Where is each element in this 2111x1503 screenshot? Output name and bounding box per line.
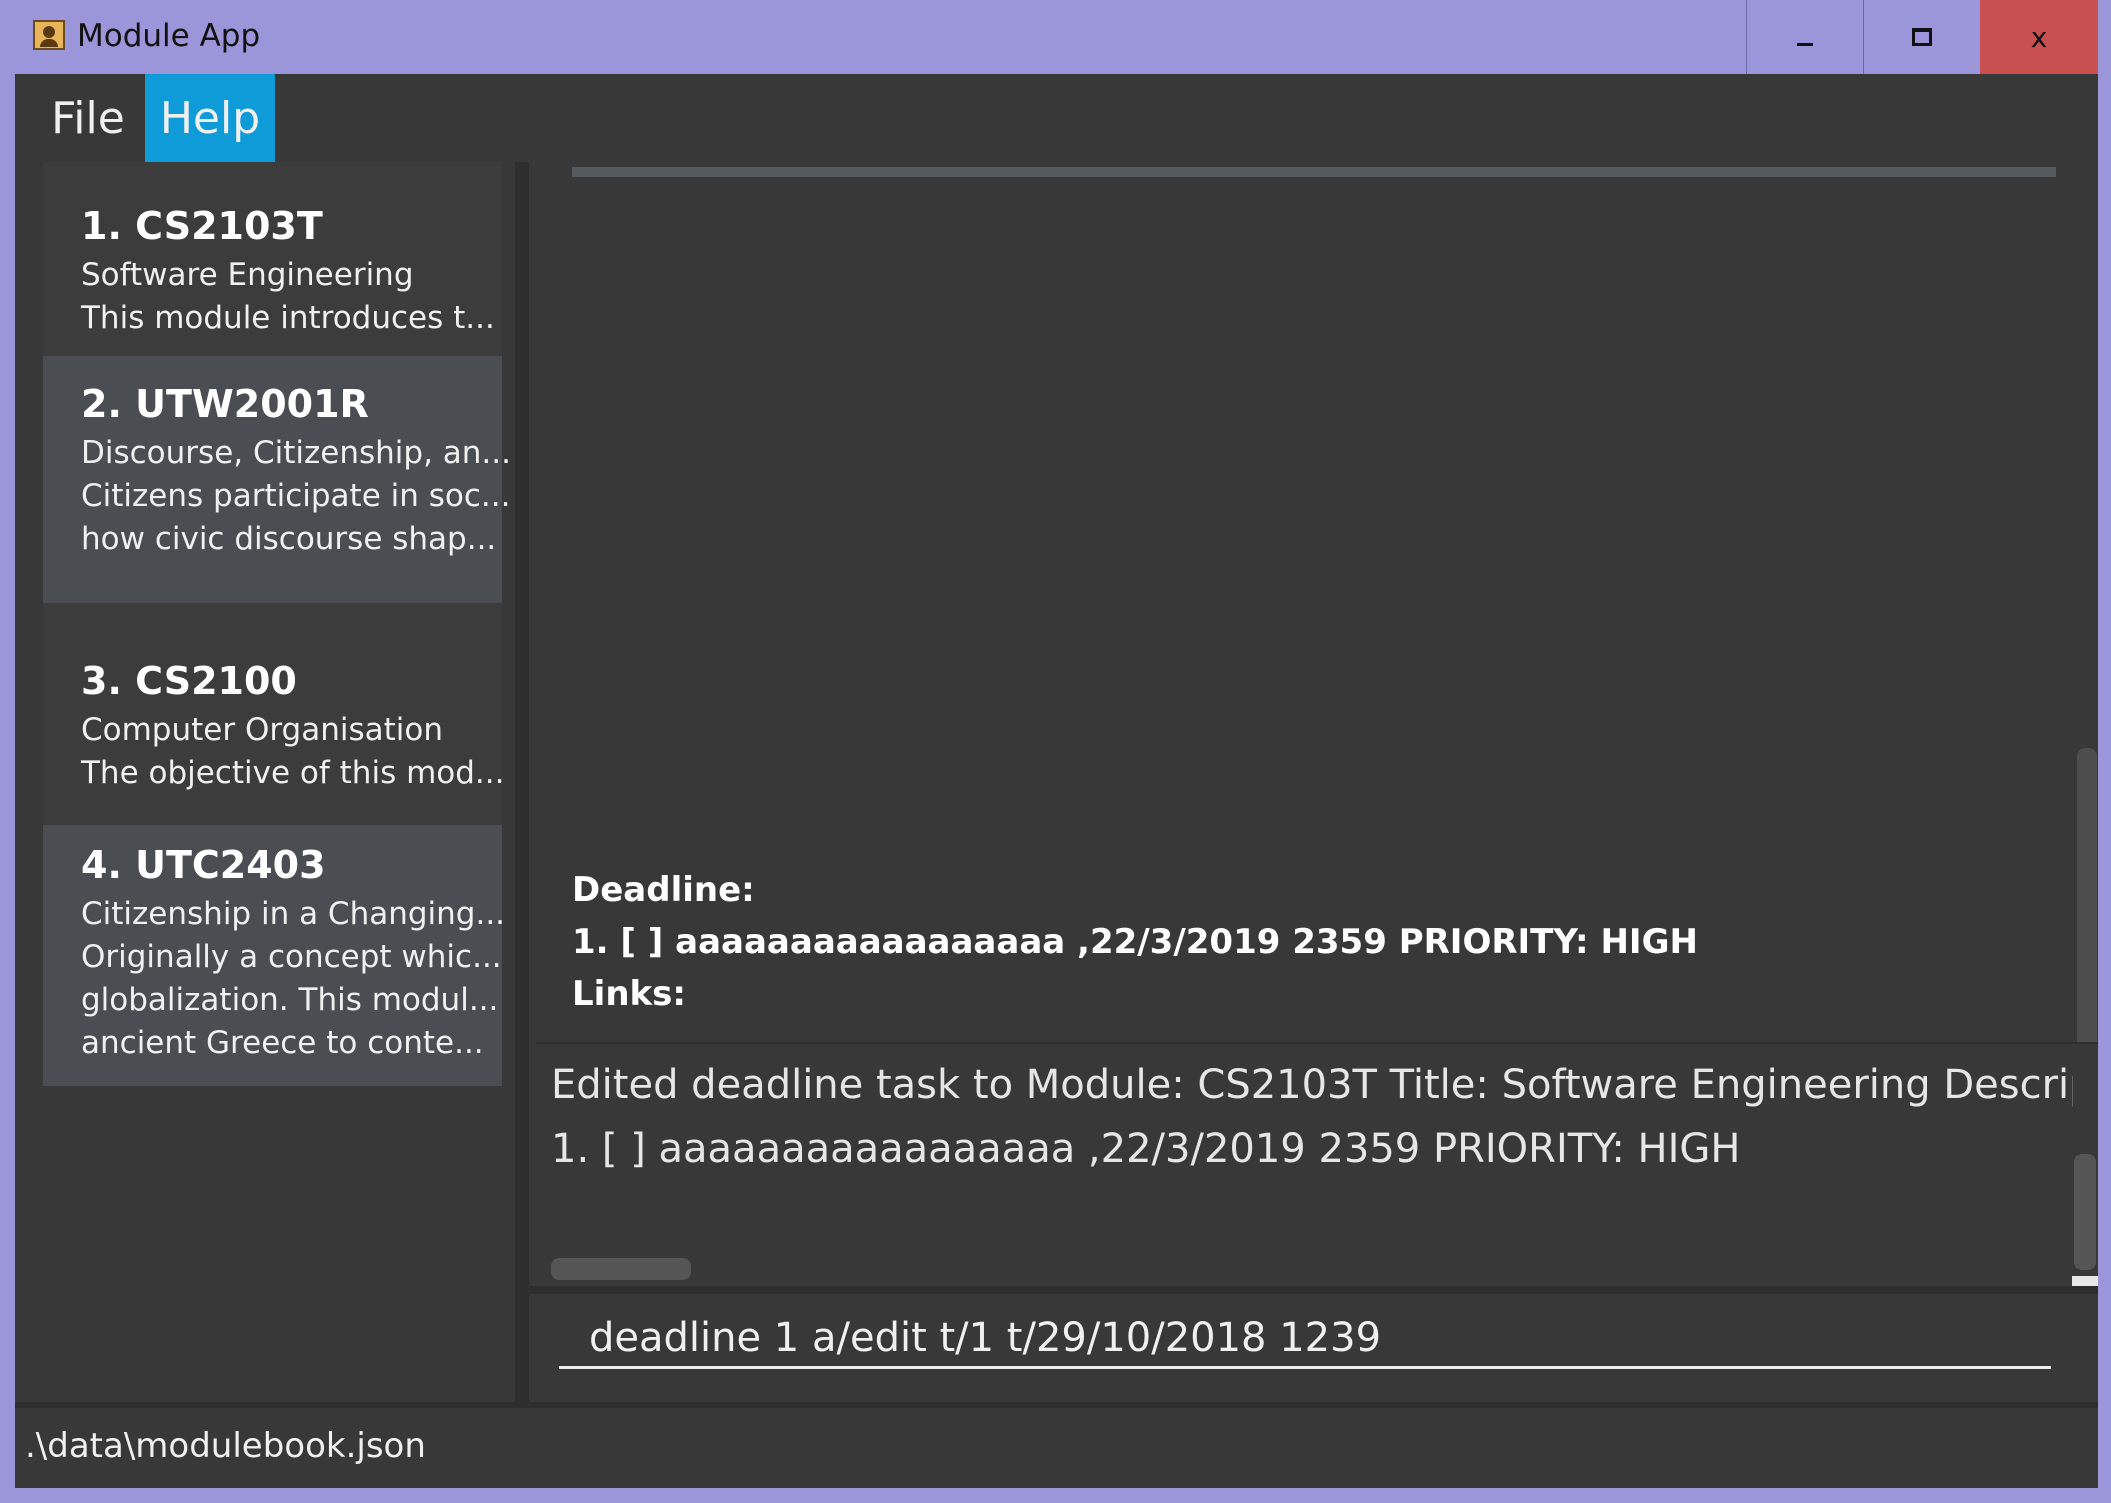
command-input[interactable] [559, 1309, 2051, 1369]
close-icon: x [2030, 20, 2048, 54]
maximize-icon [1911, 28, 1932, 46]
module-description: how civic discourse shap... [81, 521, 497, 557]
module-description: The objective of this mod... [81, 755, 505, 791]
maximize-button[interactable] [1863, 0, 1979, 74]
title-bar[interactable]: Module App x [0, 0, 2111, 74]
module-card-1[interactable]: 1. CS2103T Software Engineering This mod… [43, 162, 502, 356]
module-description: Citizens participate in soc... [81, 478, 511, 514]
module-title: 4. UTC2403 [81, 843, 326, 887]
module-title: 1. CS2103T [81, 204, 323, 248]
module-description: Originally a concept whic... [81, 939, 502, 975]
module-name: Citizenship in a Changing... [81, 896, 506, 932]
module-card-4[interactable]: 4. UTC2403 Citizenship in a Changing... … [43, 825, 506, 1086]
module-title: 3. CS2100 [81, 659, 297, 703]
deadline-label: Deadline: [572, 870, 755, 910]
module-detail-panel[interactable]: Deadline: 1. [ ] aaaaaaaaaaaaaaaaa ,22/3… [529, 162, 2098, 1096]
module-description: globalization. This modul... [81, 982, 499, 1018]
status-bar: .\data\modulebook.json [15, 1402, 2098, 1488]
minimize-icon [1796, 42, 1813, 46]
menu-bar: File Help [15, 74, 2098, 162]
close-button[interactable]: x [1980, 0, 2098, 74]
module-card-2[interactable]: 2. UTW2001R Discourse, Citizenship, an..… [43, 356, 511, 603]
save-location: .\data\modulebook.json [25, 1426, 426, 1466]
app-frame: File Help 1. CS2103T Software Engineerin… [15, 74, 2098, 1488]
deadline-section: Deadline: 1. [ ] aaaaaaaaaaaaaaaaa ,22/3… [572, 864, 1698, 1020]
module-list[interactable]: 1. CS2103T Software Engineering This mod… [15, 162, 515, 1402]
module-description: ancient Greece to conte... [81, 1025, 484, 1061]
menu-help[interactable]: Help [145, 74, 275, 162]
command-box [529, 1286, 2098, 1402]
module-name: Computer Organisation [81, 712, 444, 748]
links-label: Links: [572, 974, 686, 1014]
menu-file[interactable]: File [38, 74, 138, 162]
result-message: Edited deadline task to Module: CS2103T … [551, 1062, 2073, 1108]
split-divider[interactable] [515, 162, 529, 1402]
minimize-button[interactable] [1746, 0, 1862, 74]
module-card-3[interactable]: 3. CS2100 Computer Organisation The obje… [43, 603, 505, 825]
result-task: 1. [ ] aaaaaaaaaaaaaaaaa ,22/3/2019 2359… [551, 1126, 1741, 1172]
result-display[interactable]: Edited deadline task to Module: CS2103T … [536, 1042, 2098, 1288]
result-vertical-scrollbar[interactable] [2074, 1154, 2096, 1270]
window-title: Module App [77, 18, 261, 54]
result-horizontal-scrollbar[interactable] [551, 1258, 691, 1280]
detail-header-strip [572, 167, 2056, 177]
module-name: Discourse, Citizenship, an... [81, 435, 511, 471]
module-description: This module introduces t... [81, 300, 495, 336]
deadline-item: 1. [ ] aaaaaaaaaaaaaaaaa ,22/3/2019 2359… [572, 922, 1698, 962]
module-name: Software Engineering [81, 257, 414, 293]
app-icon [33, 20, 65, 50]
module-title: 2. UTW2001R [81, 382, 369, 426]
